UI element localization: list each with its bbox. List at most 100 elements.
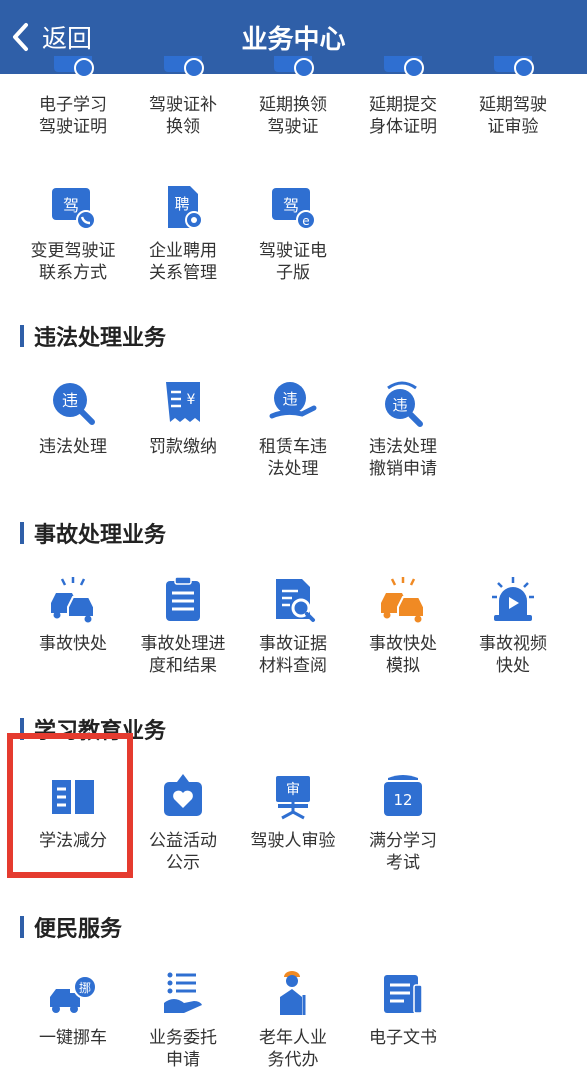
section-accent-bar xyxy=(20,325,24,347)
driver-review-icon: 审 xyxy=(266,770,320,824)
service-elderly-proxy[interactable]: 老年人业 务代办 xyxy=(238,967,348,1071)
move-car-icon: 挪 xyxy=(46,967,100,1021)
service-move-car[interactable]: 挪 一键挪车 xyxy=(18,967,128,1071)
glyph: 违 xyxy=(392,396,407,414)
video-alarm-icon xyxy=(486,573,540,627)
section-education-header: 学习教育业务 xyxy=(20,713,166,745)
service-label: 一键挪车 xyxy=(39,1028,107,1048)
service-license-delay-label[interactable]: 延期换领 驾驶证 xyxy=(238,94,348,138)
service-label: 驾驶人审验 xyxy=(250,831,336,851)
service-fine-payment[interactable]: ¥ 罚款缴纳 xyxy=(128,376,238,480)
glyph: ¥ xyxy=(187,392,196,408)
service-violation[interactable]: 违 违法处理 xyxy=(18,376,128,480)
service-accident-progress[interactable]: 事故处理进 度和结果 xyxy=(128,573,238,677)
section-accident-header: 事故处理业务 xyxy=(20,517,166,549)
section-title: 事故处理业务 xyxy=(34,523,167,548)
service-license-renew-label[interactable]: 驾驶证补 换领 xyxy=(128,94,238,138)
service-employment[interactable]: 聘 企业聘用 关系管理 xyxy=(128,180,238,284)
service-label: 电子学习 驾驶证明 xyxy=(39,95,107,137)
service-label: 延期驾驶 证审验 xyxy=(479,95,547,137)
service-violation-revoke[interactable]: 违 违法处理 撤销申请 xyxy=(348,376,458,480)
chevron-left-icon xyxy=(13,23,28,51)
section-accent-bar xyxy=(20,916,24,938)
service-label: 罚款缴纳 xyxy=(149,437,217,457)
education-row: 学法减分 公益活动 公示 审 驾驶人审验 12 满分学习 考试 xyxy=(18,770,570,874)
accident-sim-icon xyxy=(376,573,430,627)
section-accent-bar xyxy=(20,522,24,544)
fine-payment-icon: ¥ xyxy=(156,376,210,430)
back-label: 返回 xyxy=(42,24,93,53)
service-license-renew[interactable] xyxy=(128,56,238,86)
service-license-review-label[interactable]: 延期驾驶 证审验 xyxy=(458,94,568,138)
service-label: 违法处理 xyxy=(39,437,107,457)
section-title: 违法处理业务 xyxy=(34,326,167,351)
license-delay-icon xyxy=(266,56,320,84)
accident-row: 事故快处 事故处理进 度和结果 事故证据 材料查阅 事故快处 模拟 事故视频 快… xyxy=(18,573,570,677)
delegation-icon xyxy=(156,967,210,1021)
service-license-delay[interactable] xyxy=(238,56,348,86)
service-evidence-review[interactable]: 事故证据 材料查阅 xyxy=(238,573,348,677)
license-row-2: 驾 变更驾驶证 联系方式 聘 企业聘用 关系管理 驾e 驾驶证电 子版 xyxy=(18,180,570,284)
service-charity-notice[interactable]: 公益活动 公示 xyxy=(128,770,238,874)
service-delegation[interactable]: 业务委托 申请 xyxy=(128,967,238,1071)
section-violation-header: 违法处理业务 xyxy=(20,320,166,352)
glyph: 审 xyxy=(286,782,300,798)
service-accident-simulation[interactable]: 事故快处 模拟 xyxy=(348,573,458,677)
charity-icon xyxy=(156,770,210,824)
service-label: 变更驾驶证 联系方式 xyxy=(30,241,116,283)
service-label: 老年人业 务代办 xyxy=(259,1028,327,1070)
glyph: 12 xyxy=(393,791,412,809)
license-phone-icon: 驾 xyxy=(46,180,100,234)
service-label: 企业聘用 关系管理 xyxy=(149,241,217,283)
license-icon xyxy=(46,56,100,84)
glyph: 聘 xyxy=(174,195,189,213)
glyph: 挪 xyxy=(79,981,91,995)
service-label: 公益活动 公示 xyxy=(149,831,217,873)
service-e-license[interactable]: 驾e 驾驶证电 子版 xyxy=(238,180,348,284)
license-renew-icon xyxy=(156,56,210,84)
license-icons-clipped xyxy=(18,56,570,86)
health-cert-icon xyxy=(376,56,430,84)
service-label: 事故快处 xyxy=(39,634,107,654)
service-e-learning-license[interactable] xyxy=(18,56,128,86)
service-driver-review[interactable]: 审 驾驶人审验 xyxy=(238,770,348,874)
violation-revoke-icon: 违 xyxy=(376,376,430,430)
service-full-score-exam[interactable]: 12 满分学习 考试 xyxy=(348,770,458,874)
service-health-cert[interactable] xyxy=(348,56,458,86)
section-convenience-header: 便民服务 xyxy=(20,911,122,943)
license-review-icon xyxy=(486,56,540,84)
service-label: 满分学习 考试 xyxy=(369,831,437,873)
service-label: 事故处理进 度和结果 xyxy=(140,634,226,676)
service-label: 事故快处 模拟 xyxy=(369,634,437,676)
service-label: 延期换领 驾驶证 xyxy=(259,95,327,137)
glyph: 驾 xyxy=(283,196,299,215)
violation-row: 违 违法处理 ¥ 罚款缴纳 违 租赁车违 法处理 违 违法处理 撤销申请 xyxy=(18,376,570,480)
rental-violation-icon: 违 xyxy=(266,376,320,430)
glyph: 驾 xyxy=(63,196,79,215)
book-icon xyxy=(46,770,100,824)
e-license-icon: 驾e xyxy=(266,180,320,234)
evidence-search-icon xyxy=(266,573,320,627)
service-e-document[interactable]: 电子文书 xyxy=(348,967,458,1071)
service-accident-quick[interactable]: 事故快处 xyxy=(18,573,128,677)
service-rental-violation[interactable]: 违 租赁车违 法处理 xyxy=(238,376,348,480)
glyph: 违 xyxy=(282,390,297,408)
service-study-reduce-points[interactable]: 学法减分 xyxy=(18,770,128,874)
glyph: 违 xyxy=(62,391,78,410)
service-change-contact[interactable]: 驾 变更驾驶证 联系方式 xyxy=(18,180,128,284)
service-label: 驾驶证补 换领 xyxy=(149,95,217,137)
employment-icon: 聘 xyxy=(156,180,210,234)
service-license-review[interactable] xyxy=(458,56,568,86)
service-label: 学法减分 xyxy=(39,831,107,851)
service-label: 事故视频 快处 xyxy=(479,634,547,676)
convenience-row: 挪 一键挪车 业务委托 申请 老年人业 务代办 电子文书 xyxy=(18,967,570,1071)
service-health-cert-label[interactable]: 延期提交 身体证明 xyxy=(348,94,458,138)
service-label: 事故证据 材料查阅 xyxy=(259,634,327,676)
svg-text:e: e xyxy=(302,214,309,228)
section-title: 便民服务 xyxy=(34,917,123,942)
service-e-learning-license-label[interactable]: 电子学习 驾驶证明 xyxy=(18,94,128,138)
service-video-quick[interactable]: 事故视频 快处 xyxy=(458,573,568,677)
service-label: 业务委托 申请 xyxy=(149,1028,217,1070)
service-label: 驾驶证电 子版 xyxy=(259,241,327,283)
service-label: 租赁车违 法处理 xyxy=(259,437,327,479)
